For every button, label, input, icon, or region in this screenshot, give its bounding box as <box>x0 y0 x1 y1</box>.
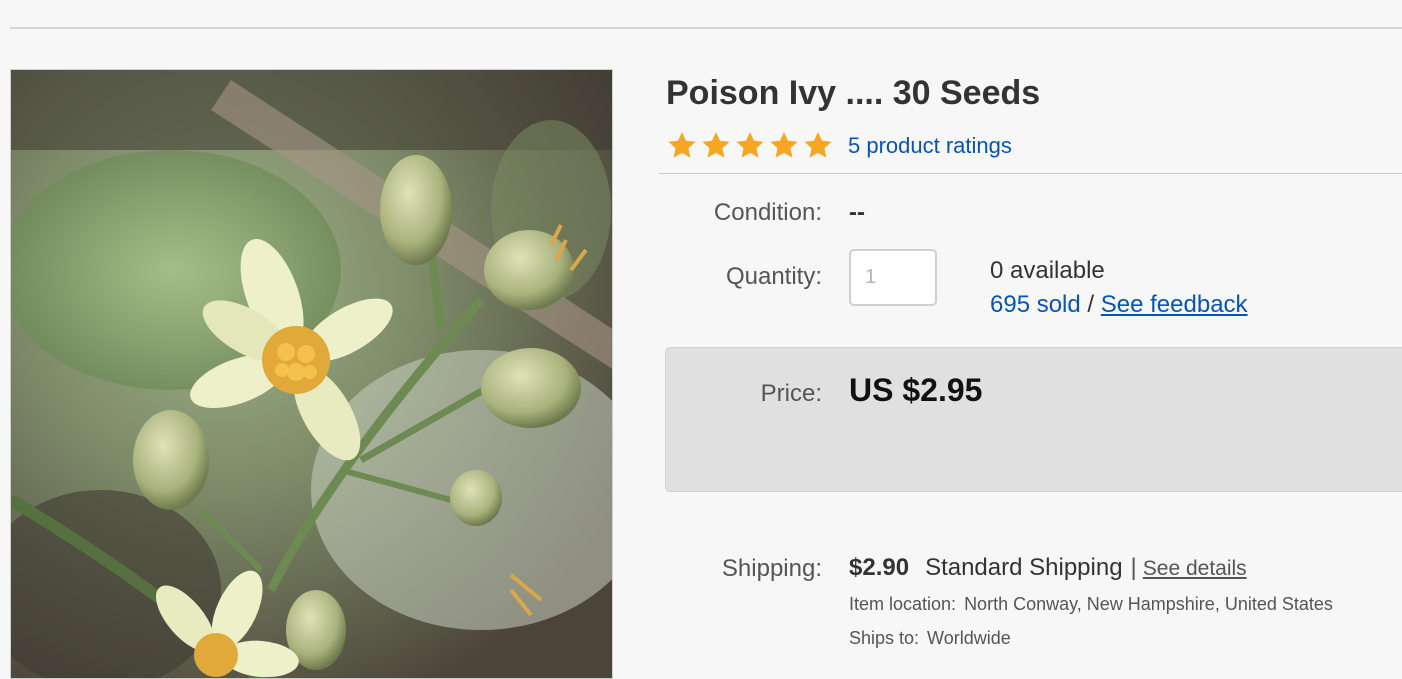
quantity-label: Quantity: <box>725 263 822 290</box>
see-details-link[interactable]: See details <box>1143 557 1247 581</box>
shipping-method: Standard Shipping <box>925 554 1123 581</box>
quantity-input[interactable] <box>849 249 937 306</box>
product-ratings-link[interactable]: 5 product ratings <box>848 133 1012 159</box>
star-icon <box>668 131 696 158</box>
sold-count-link[interactable]: 695 sold <box>990 291 1081 318</box>
item-location-value: North Conway, New Hampshire, United Stat… <box>964 594 1333 614</box>
star-icon <box>702 131 730 158</box>
price-value: US $2.95 <box>849 372 983 408</box>
shipping-cost: $2.90 <box>849 554 910 581</box>
star-icon <box>736 131 764 158</box>
top-divider <box>10 27 1402 29</box>
shipping-separator: | <box>1130 554 1137 581</box>
ships-to-label: Ships to: <box>849 628 920 648</box>
rating-stars[interactable] <box>666 130 834 161</box>
shipping-row: $2.90 Standard Shipping | See details <box>849 554 1247 582</box>
available-count: 0 available <box>990 257 1105 284</box>
ships-to-value: Worldwide <box>927 628 1011 648</box>
price-box <box>665 347 1402 492</box>
item-location: Item location: North Conway, New Hampshir… <box>849 594 1333 615</box>
price-label: Price: <box>760 380 822 407</box>
product-image[interactable] <box>10 69 613 679</box>
star-icon <box>804 131 832 158</box>
rating-row: 5 product ratings <box>666 130 1012 161</box>
condition-label: Condition: <box>713 199 822 226</box>
item-location-label: Item location: <box>849 594 957 614</box>
sold-feedback-row: 695 sold / See feedback <box>990 291 1248 319</box>
see-feedback-link[interactable]: See feedback <box>1101 291 1248 318</box>
condition-value: -- <box>849 199 865 226</box>
poison-ivy-flower-photo <box>11 70 612 678</box>
star-icon <box>770 131 798 158</box>
shipping-label: Shipping: <box>721 555 822 582</box>
item-title: Poison Ivy .... 30 Seeds <box>666 74 1041 112</box>
section-divider <box>659 173 1402 174</box>
ships-to: Ships to: Worldwide <box>849 628 1011 649</box>
sold-separator: / <box>1087 291 1095 318</box>
